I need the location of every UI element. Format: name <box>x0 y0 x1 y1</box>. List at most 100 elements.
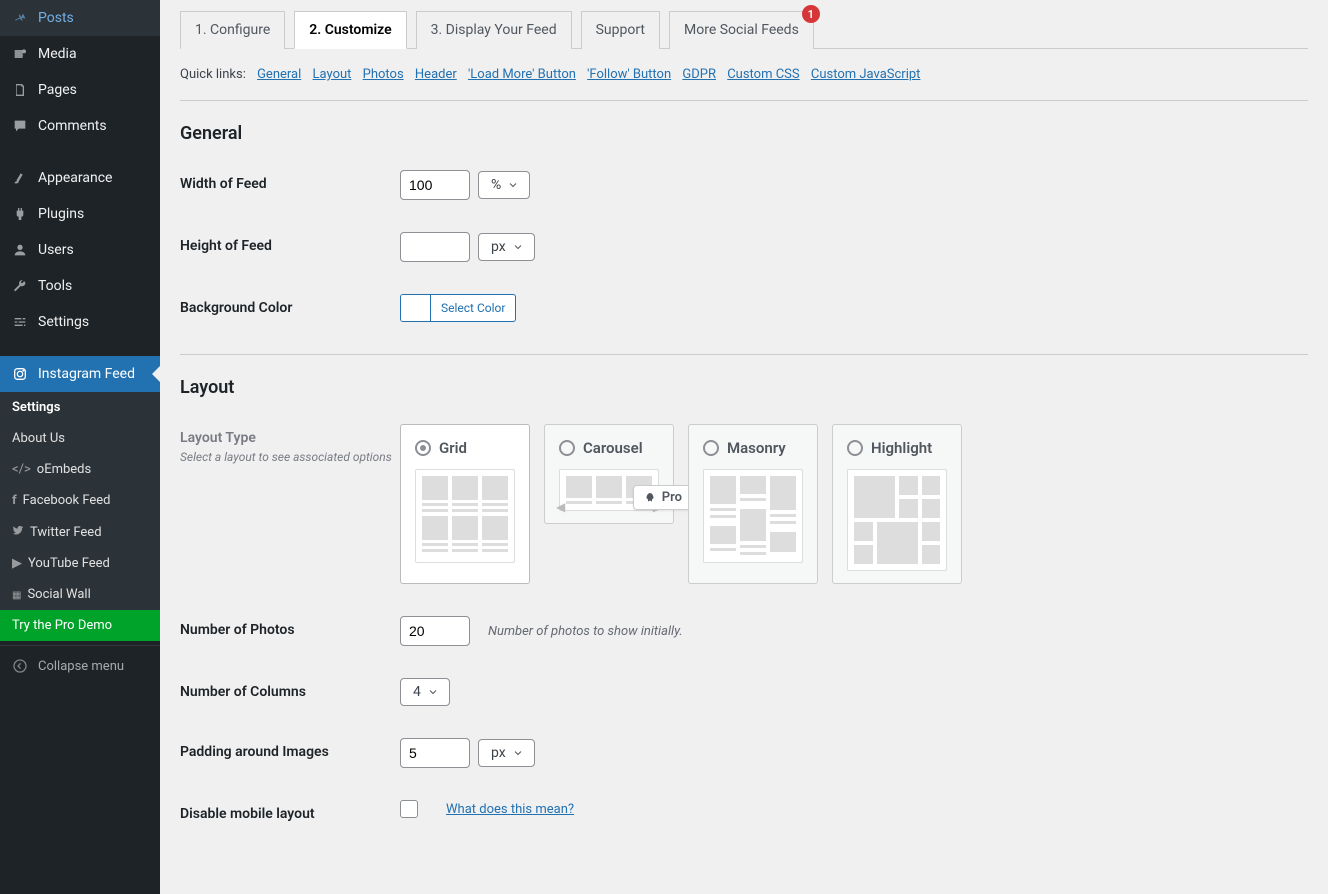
preview-grid <box>415 469 515 563</box>
pro-tag: Pro <box>633 485 693 510</box>
quicklinks: Quick links: General Layout Photos Heade… <box>180 61 1308 101</box>
sidebar-item-label: Appearance <box>38 170 112 186</box>
select-height-unit[interactable]: px <box>478 233 535 261</box>
sidebar-item-media[interactable]: Media <box>0 36 160 72</box>
tab-support[interactable]: Support <box>581 11 660 49</box>
tab-configure[interactable]: 1. Configure <box>180 11 285 49</box>
chevron-down-icon <box>507 179 519 191</box>
layout-option-label: Highlight <box>871 439 932 457</box>
facebook-icon: f <box>12 493 17 508</box>
quicklink-photos[interactable]: Photos <box>363 67 404 82</box>
sidebar-item-appearance[interactable]: Appearance <box>0 160 160 196</box>
radio-masonry[interactable] <box>703 440 719 456</box>
quicklink-follow[interactable]: 'Follow' Button <box>587 67 671 82</box>
quicklink-gdpr[interactable]: GDPR <box>682 67 716 82</box>
quicklink-header[interactable]: Header <box>415 67 457 82</box>
preview-highlight <box>847 469 947 571</box>
quicklink-custom-css[interactable]: Custom CSS <box>727 67 799 82</box>
label-padding: Padding around Images <box>180 738 400 760</box>
radio-grid[interactable] <box>415 440 431 456</box>
sliders-icon <box>10 312 30 332</box>
input-num-photos[interactable] <box>400 616 470 646</box>
quicklink-loadmore[interactable]: 'Load More' Button <box>468 67 576 82</box>
submenu-item-twitter-feed[interactable]: Twitter Feed <box>0 516 160 548</box>
submenu-item-settings[interactable]: Settings <box>0 392 160 423</box>
twitter-icon <box>12 525 24 540</box>
code-icon: </> <box>12 462 31 477</box>
sidebar-item-pages[interactable]: Pages <box>0 72 160 108</box>
submenu-item-youtube-feed[interactable]: ▶YouTube Feed <box>0 548 160 579</box>
quicklink-layout[interactable]: Layout <box>313 67 352 82</box>
sidebar-item-plugins[interactable]: Plugins <box>0 196 160 232</box>
sidebar-item-label: Instagram Feed <box>38 366 135 382</box>
sidebar-item-label: Users <box>38 242 74 258</box>
submenu-item-facebook-feed[interactable]: fFacebook Feed <box>0 485 160 516</box>
color-swatch <box>401 295 431 321</box>
checkbox-disable-mobile[interactable] <box>400 800 418 818</box>
radio-highlight[interactable] <box>847 440 863 456</box>
label-height: Height of Feed <box>180 232 400 254</box>
quicklink-custom-js[interactable]: Custom JavaScript <box>811 67 921 82</box>
layout-option-label: Masonry <box>727 439 786 457</box>
layout-options: Grid <box>400 424 962 584</box>
label-disable-mobile: Disable mobile layout <box>180 800 400 822</box>
tab-badge: 1 <box>802 5 820 23</box>
sidebar-item-tools[interactable]: Tools <box>0 268 160 304</box>
layout-option-grid[interactable]: Grid <box>400 424 530 584</box>
comment-icon <box>10 116 30 136</box>
submenu-item-try-pro[interactable]: Try the Pro Demo <box>0 610 160 641</box>
chevron-down-icon <box>427 686 439 698</box>
label-num-columns: Number of Columns <box>180 678 400 700</box>
input-height[interactable] <box>400 232 470 262</box>
collapse-icon <box>10 656 30 676</box>
sidebar-item-instagram-feed[interactable]: Instagram Feed <box>0 356 160 392</box>
radio-carousel[interactable] <box>559 440 575 456</box>
section-title-layout: Layout <box>180 377 1308 398</box>
preview-masonry <box>703 469 803 563</box>
layout-option-label: Grid <box>439 439 467 457</box>
select-padding-unit[interactable]: px <box>478 739 535 767</box>
input-padding[interactable] <box>400 738 470 768</box>
sidebar-item-posts[interactable]: Posts <box>0 0 160 36</box>
rocket-icon <box>644 492 656 504</box>
link-what-does-this-mean[interactable]: What does this mean? <box>446 802 574 817</box>
layout-option-highlight[interactable]: Highlight <box>832 424 962 584</box>
tab-more-social[interactable]: More Social Feeds 1 <box>669 11 814 49</box>
tabs: 1. Configure 2. Customize 3. Display You… <box>180 10 1308 49</box>
layout-option-masonry[interactable]: Masonry <box>688 424 818 584</box>
layout-option-carousel[interactable]: Carousel ◀ ▶ Pro <box>544 424 674 524</box>
quicklink-general[interactable]: General <box>257 67 301 82</box>
sidebar-item-label: Pages <box>38 82 77 98</box>
sidebar-item-label: Media <box>38 46 77 62</box>
sidebar-item-label: Comments <box>38 118 107 134</box>
chevron-down-icon <box>512 241 524 253</box>
pin-icon <box>10 8 30 28</box>
tab-customize[interactable]: 2. Customize <box>294 11 406 49</box>
collapse-menu[interactable]: Collapse menu <box>0 645 160 686</box>
label-layout-type-sub: Select a layout to see associated option… <box>180 450 400 464</box>
page-icon <box>10 80 30 100</box>
quicklinks-label: Quick links: <box>180 67 246 82</box>
select-num-columns[interactable]: 4 <box>400 678 450 706</box>
sidebar-item-users[interactable]: Users <box>0 232 160 268</box>
sidebar-item-comments[interactable]: Comments <box>0 108 160 144</box>
select-width-unit[interactable]: % <box>478 171 530 199</box>
collapse-label: Collapse menu <box>38 659 124 674</box>
tab-display[interactable]: 3. Display Your Feed <box>416 11 572 49</box>
chevron-left-icon: ◀ <box>556 500 565 514</box>
label-width: Width of Feed <box>180 170 400 192</box>
section-title-general: General <box>180 123 1308 144</box>
submenu-item-oembeds[interactable]: </>oEmbeds <box>0 454 160 485</box>
sidebar-item-label: Posts <box>38 10 74 26</box>
input-width[interactable] <box>400 170 470 200</box>
brush-icon <box>10 168 30 188</box>
submenu-item-social-wall[interactable]: ▦Social Wall <box>0 579 160 610</box>
submenu-item-about[interactable]: About Us <box>0 423 160 454</box>
sidebar-item-label: Plugins <box>38 206 84 222</box>
sidebar-submenu: Settings About Us </>oEmbeds fFacebook F… <box>0 392 160 641</box>
label-layout-type: Layout Type Select a layout to see assoc… <box>180 424 400 464</box>
label-num-photos: Number of Photos <box>180 616 400 638</box>
sidebar-item-settings[interactable]: Settings <box>0 304 160 340</box>
button-select-color[interactable]: Select Color <box>400 294 516 322</box>
user-icon <box>10 240 30 260</box>
